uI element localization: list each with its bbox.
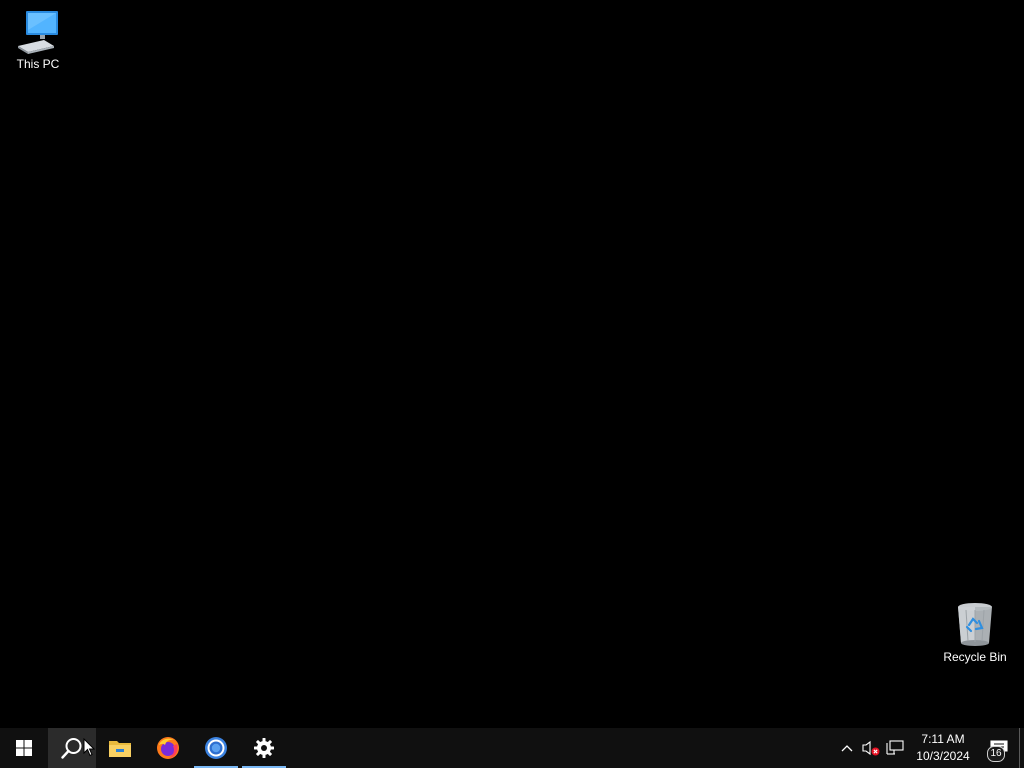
- desktop[interactable]: This PC Recycle Bin: [0, 0, 1024, 728]
- taskbar-chrome[interactable]: [192, 728, 240, 768]
- gear-icon: [254, 738, 274, 758]
- search-icon: [61, 738, 82, 759]
- chevron-up-icon: [841, 745, 853, 752]
- show-desktop-button[interactable]: [1019, 728, 1024, 768]
- notification-count-badge: 16: [987, 746, 1005, 762]
- volume-muted-icon: [862, 740, 880, 756]
- desktop-icon-label: This PC: [16, 57, 60, 71]
- clock-date: 10/3/2024: [916, 749, 970, 763]
- show-hidden-icons-button[interactable]: [835, 728, 859, 768]
- system-tray: 7:11 AM 10/3/2024 16: [835, 728, 1024, 768]
- start-button[interactable]: [0, 728, 48, 768]
- action-center-button[interactable]: 16: [979, 728, 1019, 768]
- network-icon: [886, 740, 904, 755]
- desktop-icon-this-pc[interactable]: This PC: [0, 8, 76, 71]
- taskbar-file-explorer[interactable]: [96, 728, 144, 768]
- chrome-icon: [205, 737, 227, 759]
- desktop-icon-label: Recycle Bin: [943, 650, 1007, 664]
- mouse-cursor-icon: [83, 738, 95, 757]
- windows-start-icon: [16, 740, 32, 756]
- this-pc-icon: [18, 11, 58, 54]
- volume-button[interactable]: [859, 728, 883, 768]
- recycle-bin-icon: [958, 603, 992, 646]
- taskbar-clock[interactable]: 7:11 AM 10/3/2024: [907, 728, 979, 768]
- taskbar-firefox[interactable]: [144, 728, 192, 768]
- network-button[interactable]: [883, 728, 907, 768]
- firefox-icon: [157, 737, 179, 759]
- desktop-icon-recycle-bin[interactable]: Recycle Bin: [937, 601, 1013, 664]
- clock-time: 7:11 AM: [921, 732, 965, 746]
- file-explorer-icon: [109, 741, 131, 757]
- taskbar-settings[interactable]: [240, 728, 288, 768]
- taskbar: 7:11 AM 10/3/2024 16: [0, 728, 1024, 768]
